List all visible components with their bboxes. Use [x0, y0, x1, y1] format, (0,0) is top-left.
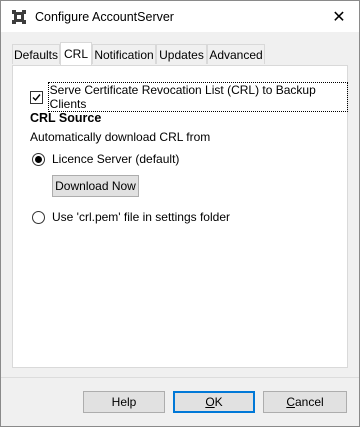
help-button[interactable]: Help — [83, 391, 165, 413]
serve-crl-label[interactable]: Serve Certificate Revocation List (CRL) … — [47, 82, 349, 112]
licence-server-radio[interactable] — [32, 152, 45, 166]
cancel-label-rest: ancel — [294, 395, 324, 409]
crl-pem-radio[interactable] — [32, 210, 45, 224]
tab-notification[interactable]: Notification — [92, 44, 156, 64]
title-bar: Configure AccountServer ✕ — [1, 1, 359, 32]
footer-divider — [1, 377, 359, 378]
serve-crl-checkbox[interactable] — [30, 90, 43, 104]
crl-pem-option[interactable]: Use 'crl.pem' file in settings folder — [32, 210, 230, 224]
licence-server-option[interactable]: Licence Server (default) — [32, 152, 179, 166]
app-icon — [11, 9, 27, 25]
cancel-mnemonic: C — [286, 395, 295, 409]
crl-tab-panel: Serve Certificate Revocation List (CRL) … — [12, 65, 349, 368]
window-title: Configure AccountServer — [35, 10, 174, 24]
crl-source-description: Automatically download CRL from — [30, 130, 211, 144]
ok-button[interactable]: OK — [173, 391, 255, 413]
close-icon: ✕ — [332, 8, 346, 26]
crl-source-heading: CRL Source — [30, 111, 102, 125]
tab-defaults[interactable]: Defaults — [12, 44, 60, 64]
checkmark-icon — [32, 93, 41, 101]
tab-crl[interactable]: CRL — [60, 42, 92, 65]
ok-label-rest: K — [214, 395, 223, 409]
licence-server-label[interactable]: Licence Server (default) — [52, 152, 179, 166]
cancel-button[interactable]: Cancel — [263, 391, 347, 413]
tab-updates[interactable]: Updates — [156, 44, 207, 64]
crl-pem-label[interactable]: Use 'crl.pem' file in settings folder — [52, 210, 230, 224]
download-now-button[interactable]: Download Now — [52, 175, 139, 197]
close-button[interactable]: ✕ — [319, 1, 359, 32]
serve-crl-option[interactable]: Serve Certificate Revocation List (CRL) … — [30, 82, 349, 112]
configure-dialog: Configure AccountServer ✕ Defaults CRL N… — [0, 0, 360, 427]
tab-advanced[interactable]: Advanced — [207, 44, 265, 64]
ok-mnemonic: O — [205, 395, 215, 409]
